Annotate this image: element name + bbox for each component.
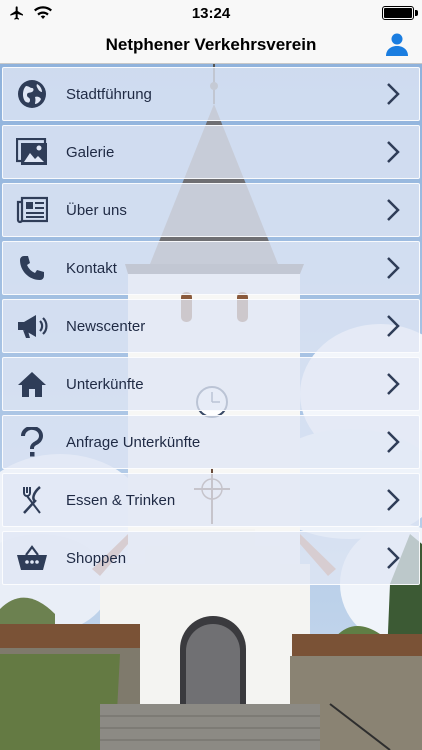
menu-item-newscenter[interactable]: Newscenter [2,299,420,353]
chevron-right-icon [387,83,400,105]
chevron-right-icon [387,373,400,395]
battery-icon [382,6,418,20]
megaphone-icon [15,309,49,343]
menu-label: Kontakt [66,259,117,277]
newspaper-icon [15,193,49,227]
menu-item-ueber-uns[interactable]: Über uns [2,183,420,237]
status-right [294,6,418,20]
menu-item-unterkuenfte[interactable]: Unterkünfte [2,357,420,411]
photos-icon [15,135,49,169]
menu-label: Über uns [66,201,127,219]
phone-icon [15,251,49,285]
status-bar: 13:24 [0,0,422,26]
home-icon [15,367,49,401]
chevron-right-icon [387,489,400,511]
page-title: Netphener Verkehrsverein [105,34,317,54]
navigation-bar: Netphener Verkehrsverein [0,26,422,64]
chevron-right-icon [387,199,400,221]
chevron-right-icon [387,141,400,163]
wifi-icon [34,6,52,19]
menu-item-stadtfuehrung[interactable]: Stadtführung [2,67,420,121]
menu-item-kontakt[interactable]: Kontakt [2,241,420,295]
menu-label: Anfrage Unterkünfte [66,433,201,451]
basket-icon [15,541,49,575]
globe-icon [15,77,49,111]
menu-item-anfrage-unterkuenfte[interactable]: Anfrage Unterkünfte [2,415,420,469]
question-icon [15,425,49,459]
menu-label: Galerie [66,143,115,161]
menu-item-galerie[interactable]: Galerie [2,125,420,179]
menu-label: Shoppen [66,549,127,567]
chevron-right-icon [387,547,400,569]
chevron-right-icon [387,315,400,337]
chevron-right-icon [387,257,400,279]
status-time: 13:24 [191,4,231,22]
menu-label: Unterkünfte [66,375,144,393]
chevron-right-icon [387,431,400,453]
menu-label: Newscenter [66,317,146,335]
menu-item-shoppen[interactable]: Shoppen [2,531,420,585]
fork-knife-icon [15,483,49,517]
menu-item-essen-trinken[interactable]: Essen & Trinken [2,473,420,527]
status-left [8,5,128,21]
user-icon[interactable] [384,31,410,57]
airplane-icon [10,6,23,20]
menu-label: Essen & Trinken [66,491,176,509]
menu-label: Stadtführung [66,85,152,103]
